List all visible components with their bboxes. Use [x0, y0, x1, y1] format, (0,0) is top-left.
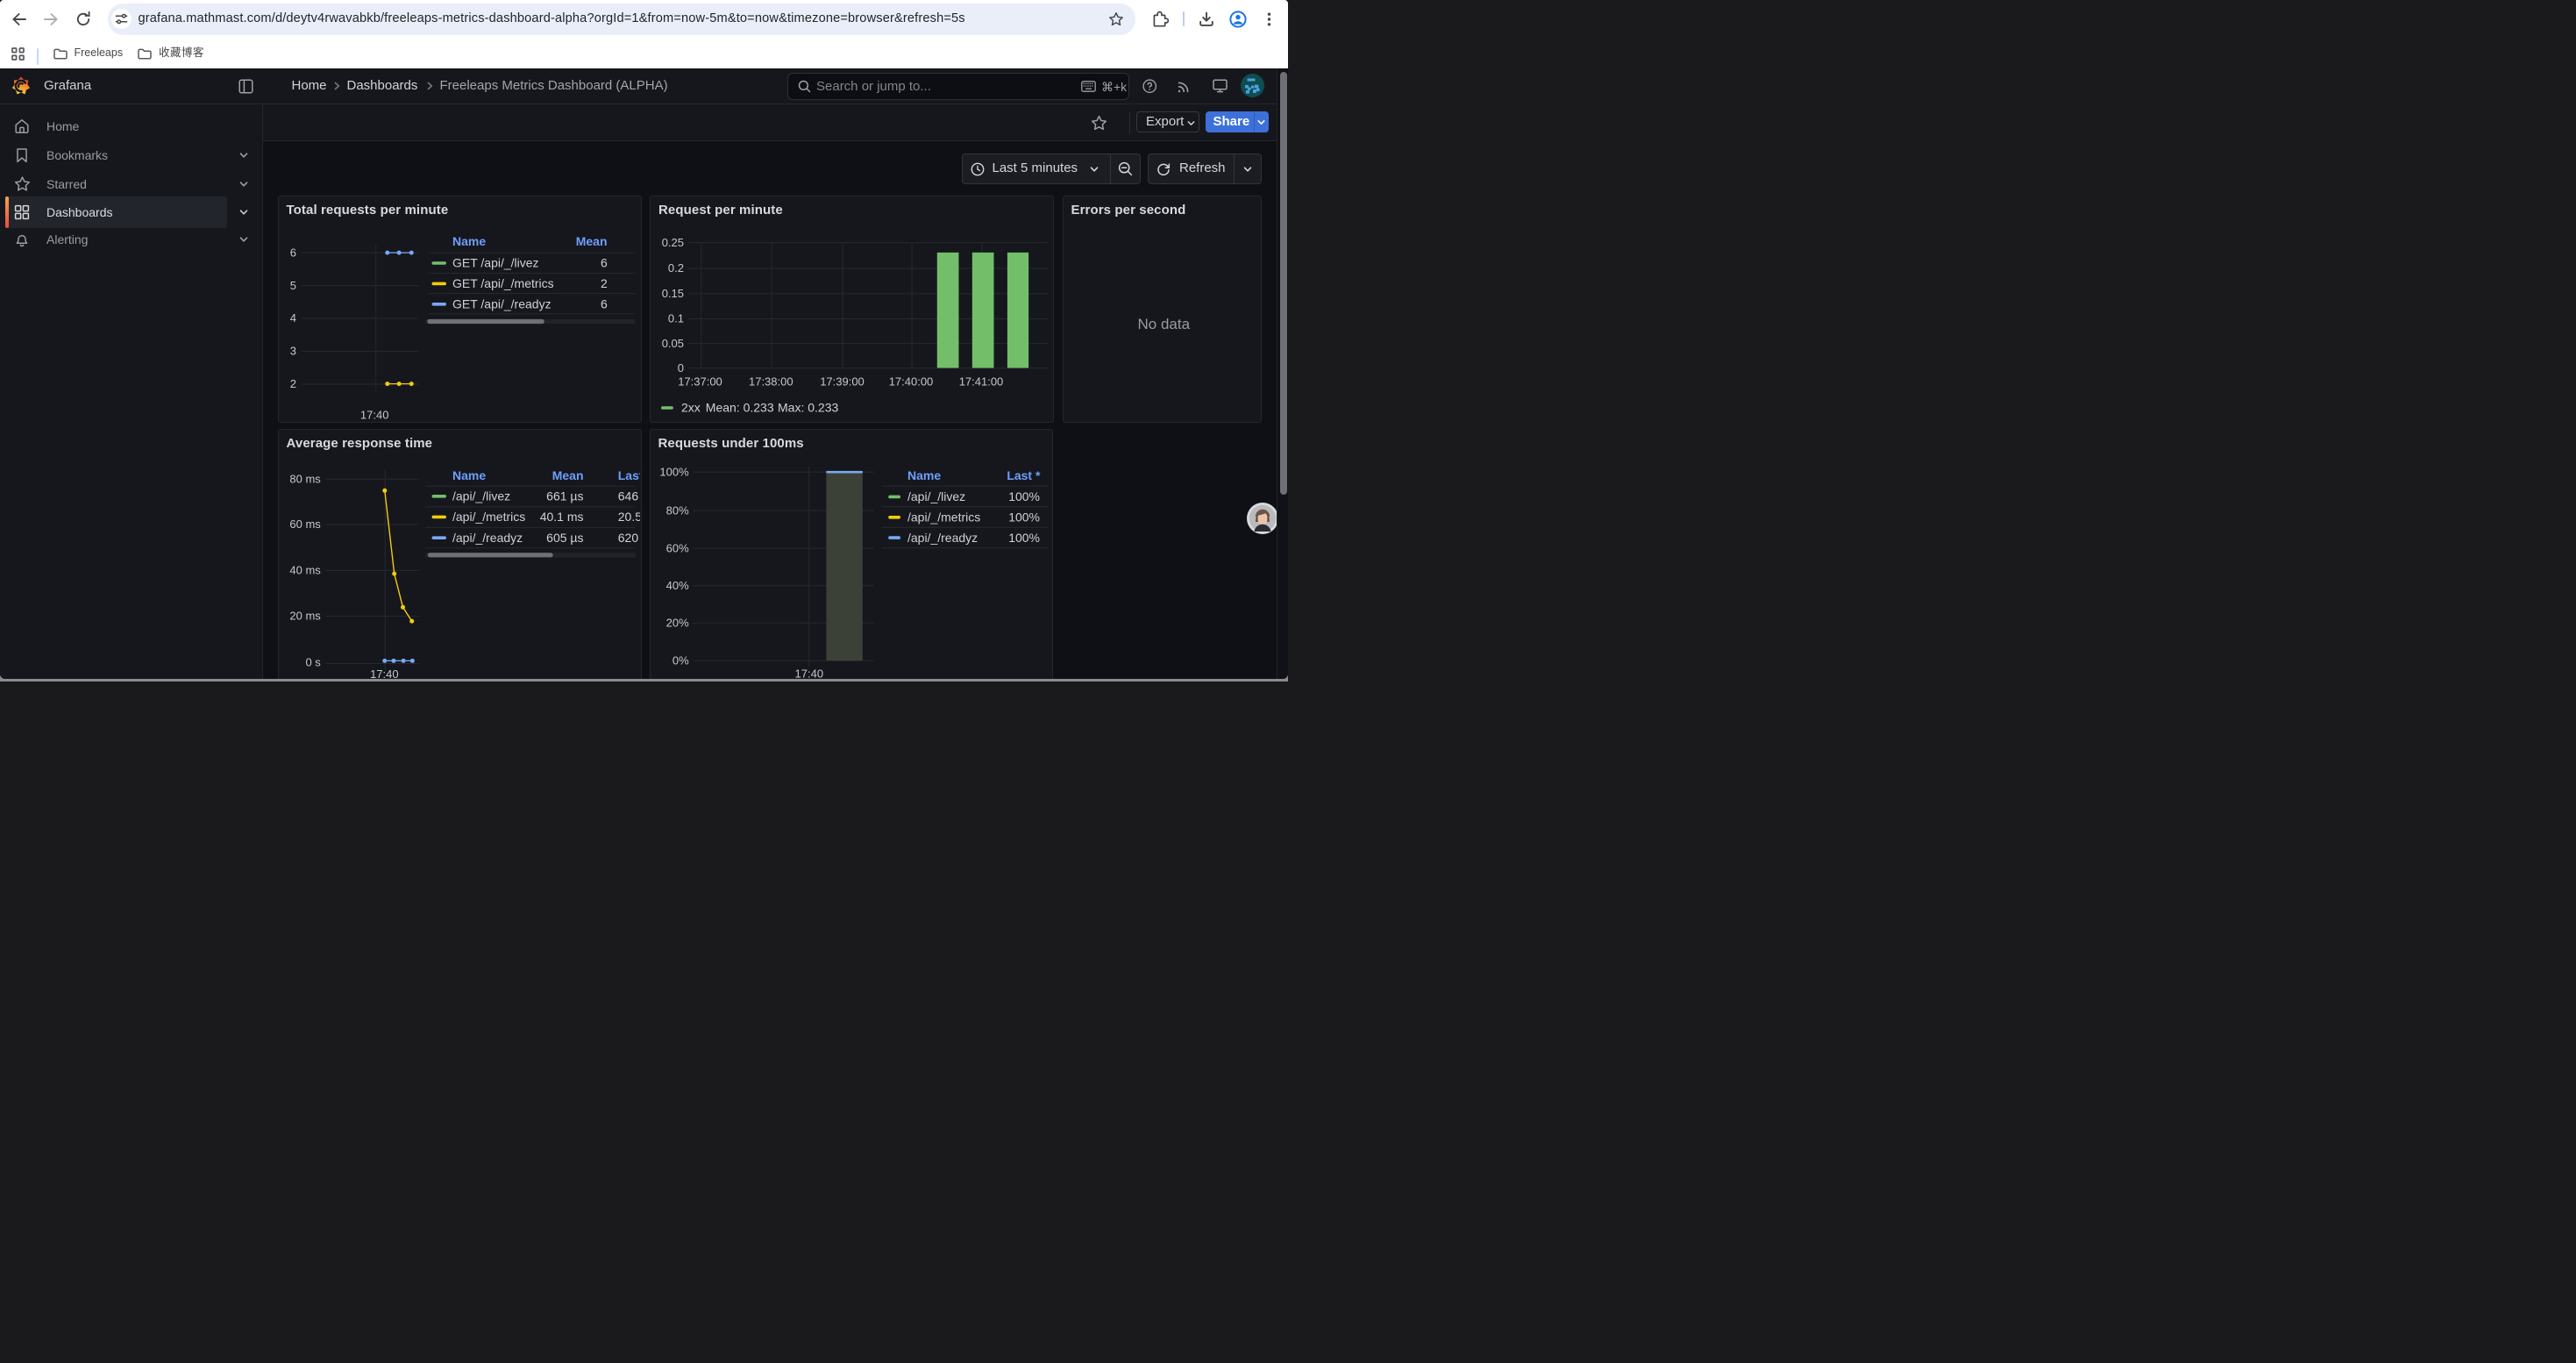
svg-text:80 ms: 80 ms [289, 473, 321, 486]
svg-text:2xx: 2xx [681, 401, 701, 415]
svg-text:17:40: 17:40 [370, 667, 399, 679]
svg-text:Name: Name [907, 468, 941, 482]
svg-text:Last *: Last * [1007, 468, 1041, 482]
svg-text:0 s: 0 s [305, 656, 321, 669]
svg-text:/api/_/readyz: /api/_/readyz [452, 531, 523, 545]
svg-text:0.15: 0.15 [662, 287, 684, 300]
svg-text:GET /api/_/livez: GET /api/_/livez [452, 256, 539, 270]
svg-text:100%: 100% [1008, 510, 1040, 525]
svg-text:100%: 100% [1008, 531, 1040, 545]
svg-text:0%: 0% [672, 654, 688, 667]
svg-text:2: 2 [289, 377, 295, 390]
svg-text:60%: 60% [665, 542, 688, 555]
svg-text:Last *: Last * [617, 468, 641, 482]
svg-text:100%: 100% [659, 465, 689, 478]
svg-text:20%: 20% [665, 617, 688, 630]
svg-text:620 µs: 620 µs [617, 531, 641, 545]
svg-text:6: 6 [601, 297, 608, 311]
svg-text:17:40:00: 17:40:00 [889, 375, 934, 388]
svg-text:Mean: Mean [551, 468, 583, 482]
svg-text:6: 6 [601, 256, 608, 270]
svg-text:17:38:00: 17:38:00 [749, 375, 793, 388]
svg-text:100%: 100% [1008, 489, 1040, 503]
svg-text:Name: Name [452, 234, 486, 248]
svg-text:40 ms: 40 ms [289, 564, 321, 577]
svg-text:661 µs: 661 µs [546, 489, 583, 503]
svg-text:17:37:00: 17:37:00 [678, 375, 722, 388]
svg-text:Mean: Mean [575, 234, 607, 248]
svg-text:60 ms: 60 ms [289, 517, 321, 531]
svg-text:17:40: 17:40 [794, 667, 823, 679]
svg-text:Max: 0.233: Max: 0.233 [778, 401, 838, 415]
svg-text:17:40: 17:40 [359, 408, 388, 421]
svg-text:20 ms: 20 ms [289, 610, 321, 623]
svg-text:Mean: 0.233: Mean: 0.233 [706, 401, 774, 415]
svg-text:40%: 40% [665, 579, 688, 592]
svg-text:80%: 80% [665, 503, 688, 517]
svg-text:/api/_/livez: /api/_/livez [907, 489, 965, 503]
svg-text:GET /api/_/readyz: GET /api/_/readyz [452, 297, 551, 311]
svg-text:0.2: 0.2 [668, 261, 684, 275]
svg-text:/api/_/livez: /api/_/livez [452, 489, 510, 503]
svg-text:5: 5 [289, 279, 295, 292]
svg-text:Name: Name [452, 468, 486, 482]
svg-text:40.1 ms: 40.1 ms [539, 510, 583, 524]
svg-text:GET /api/_/metrics: GET /api/_/metrics [452, 276, 554, 290]
svg-text:4: 4 [289, 311, 295, 325]
svg-text:0.05: 0.05 [662, 337, 684, 350]
svg-text:3: 3 [289, 345, 295, 358]
svg-text:/api/_/metrics: /api/_/metrics [452, 510, 525, 524]
svg-text:17:39:00: 17:39:00 [820, 375, 865, 388]
svg-text:20.5 ms: 20.5 ms [617, 510, 641, 524]
svg-text:/api/_/metrics: /api/_/metrics [907, 510, 980, 525]
svg-text:17:41:00: 17:41:00 [959, 375, 1004, 388]
svg-text:646 µs: 646 µs [617, 489, 641, 503]
svg-text:605 µs: 605 µs [546, 531, 583, 545]
svg-text:6: 6 [289, 246, 295, 259]
svg-text:0.25: 0.25 [662, 236, 684, 249]
svg-text:0: 0 [678, 361, 684, 375]
svg-text:0.1: 0.1 [668, 312, 684, 325]
svg-text:/api/_/readyz: /api/_/readyz [907, 531, 978, 545]
svg-text:2: 2 [601, 276, 608, 290]
